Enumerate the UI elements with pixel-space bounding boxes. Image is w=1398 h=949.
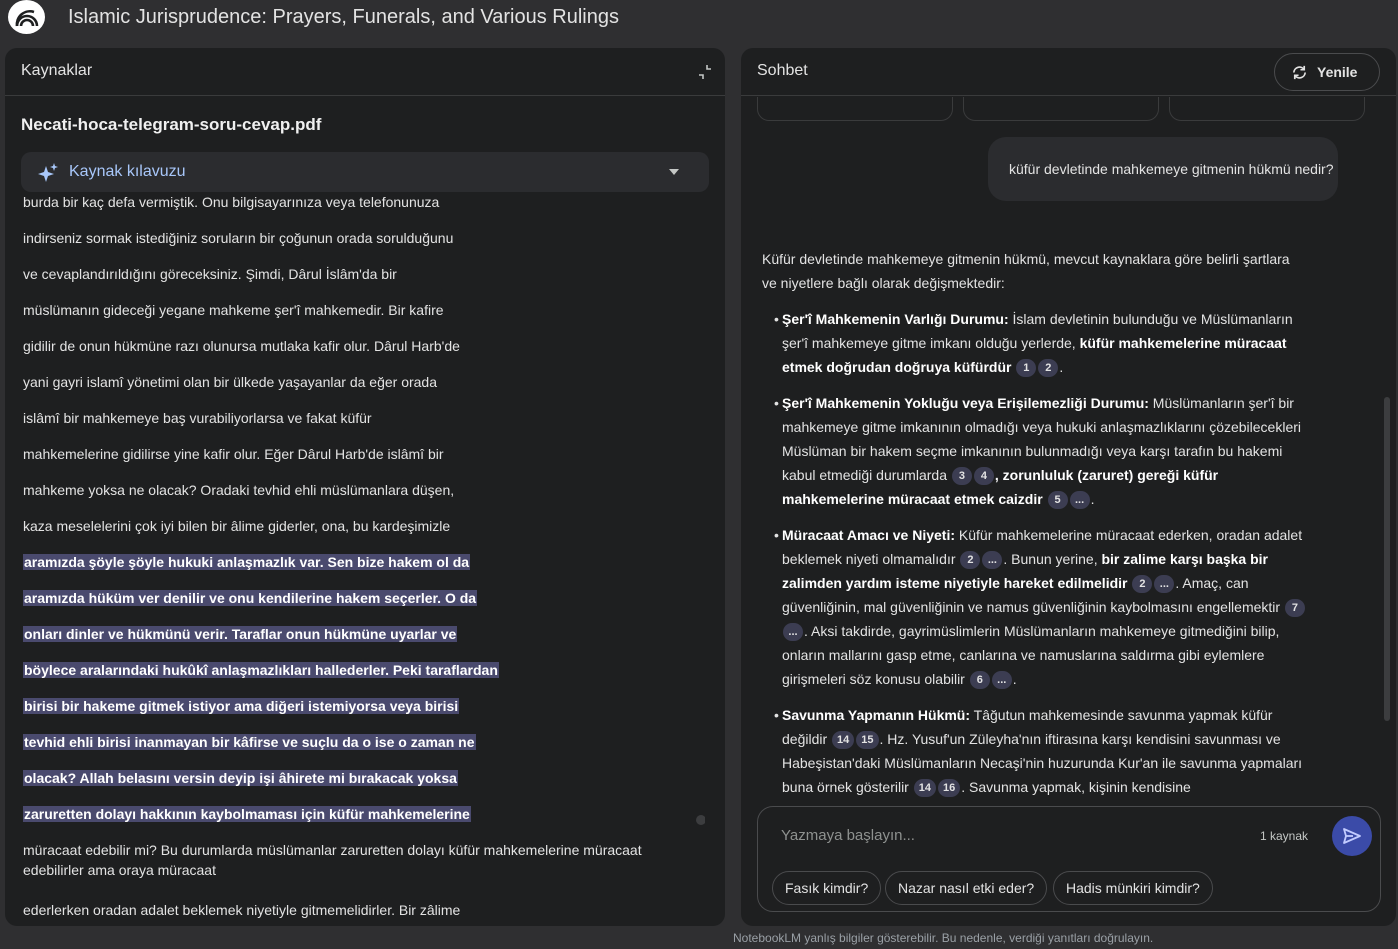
- previous-suggestion-chip[interactable]: [963, 97, 1159, 121]
- highlighted-line: tevhid ehli birisi inanmayan bir kâfirse…: [23, 732, 476, 752]
- send-icon: [1343, 828, 1361, 844]
- highlighted-text: aramızda şöyle şöyle hukuki anlaşmazlık …: [23, 554, 471, 570]
- notebooklm-logo-icon[interactable]: [8, 0, 45, 34]
- sources-panel: Kaynaklar Necati-hoca-telegram-soru-ceva…: [5, 48, 725, 926]
- citation-more-chip[interactable]: ...: [1069, 491, 1090, 509]
- previous-suggestion-chip[interactable]: [1169, 97, 1365, 121]
- citation-chip[interactable]: 14: [832, 731, 855, 749]
- citation-chip[interactable]: 4: [973, 467, 994, 485]
- highlighted-line: birisi bir hakeme gitmek istiyor ama diğ…: [23, 696, 460, 716]
- scroll-indicator[interactable]: [696, 815, 705, 825]
- source-guide-dropdown[interactable]: Kaynak kılavuzu: [21, 152, 709, 192]
- document-text: burda bir kaç defa vermiştik. Onu bilgis…: [5, 194, 705, 924]
- collapse-panel-icon[interactable]: [697, 64, 713, 80]
- highlighted-line: aramızda şöyle şöyle hukuki anlaşmazlık …: [23, 552, 471, 572]
- bullet-title: Müracaat Amacı ve Niyeti:: [782, 527, 955, 543]
- refresh-icon: [1292, 65, 1307, 80]
- chat-messages[interactable]: küfür devletinde mahkemeye gitmenin hükm…: [741, 97, 1396, 797]
- sources-header: Kaynaklar: [5, 48, 725, 96]
- assistant-answer: Küfür devletinde mahkemeye gitmenin hükm…: [762, 247, 1307, 797]
- top-bar: Islamic Jurisprudence: Prayers, Funerals…: [0, 0, 1398, 40]
- refresh-label: Yenile: [1317, 64, 1358, 80]
- user-message-text: küfür devletinde mahkemeye gitmenin hükm…: [1009, 161, 1334, 177]
- doc-line: müracaat edebilir mi? Bu durumlarda müsl…: [23, 842, 642, 878]
- bullet-text: . Aksi takdirde, gayrimüslimlerin Müslüm…: [782, 623, 1280, 687]
- chevron-down-icon: [669, 169, 679, 175]
- doc-line: kaza meselelerini çok iyi bilen bir âlim…: [23, 518, 451, 534]
- chat-input[interactable]: Yazmaya başlayın...: [781, 827, 915, 844]
- answer-bullet: Şer'î Mahkemenin Yokluğu veya Erişilemez…: [762, 391, 1307, 511]
- source-guide-label: Kaynak kılavuzu: [69, 163, 186, 180]
- bullet-text: . Savunma yapmak, kişinin kendisine: [961, 779, 1191, 795]
- refresh-button[interactable]: Yenile: [1274, 53, 1380, 91]
- highlighted-line: böylece aralarındaki hukûkî anlaşmazlıkl…: [23, 660, 499, 680]
- answer-bullet: Şer'î Mahkemenin Varlığı Durumu: İslam d…: [762, 307, 1307, 379]
- citation-chip[interactable]: 3: [951, 467, 972, 485]
- chat-scrollbar[interactable]: [1384, 397, 1390, 721]
- answer-bullet: Savunma Yapmanın Hükmü: Tâğutun mahkemes…: [762, 703, 1307, 797]
- doc-line: islâmî bir mahkemeye baş vurabiliyorlars…: [23, 410, 372, 426]
- chat-composer: Yazmaya başlayın... 1 kaynak Fasık kimdi…: [757, 806, 1381, 912]
- highlighted-text: olacak? Allah belasını versin deyip işi …: [23, 770, 458, 786]
- highlighted-text: tevhid ehli birisi inanmayan bir kâfirse…: [23, 734, 476, 750]
- source-count: 1 kaynak: [1259, 829, 1308, 843]
- highlighted-text: birisi bir hakeme gitmek istiyor ama diğ…: [23, 698, 460, 714]
- previous-suggestion-chip[interactable]: [757, 97, 953, 121]
- doc-line: müslümanın gideceği yegane mahkeme şer'î…: [23, 302, 444, 318]
- citation-chip[interactable]: 14: [913, 779, 936, 797]
- citation-chip[interactable]: 2: [1132, 575, 1153, 593]
- suggestion-chip[interactable]: Fasık kimdir?: [772, 871, 882, 905]
- bullet-title: Şer'î Mahkemenin Varlığı Durumu:: [782, 311, 1009, 327]
- doc-line: ederlerken oradan adalet beklemek niyeti…: [23, 902, 461, 918]
- document-name: Necati-hoca-telegram-soru-cevap.pdf: [21, 115, 322, 134]
- highlighted-text: aramızda hüküm ver denilir ve onu kendil…: [23, 590, 478, 606]
- citation-more-chip[interactable]: ...: [982, 551, 1003, 569]
- bullet-title: Şer'î Mahkemenin Yokluğu veya Erişilemez…: [782, 395, 1149, 411]
- bullet-title: Savunma Yapmanın Hükmü:: [782, 707, 971, 723]
- suggestion-chip[interactable]: Nazar nasıl etki eder?: [885, 871, 1048, 905]
- answer-intro: Küfür devletinde mahkemeye gitmenin hükm…: [762, 251, 1290, 291]
- chat-panel: Sohbet Yenile küfür devletinde mahkemeye…: [741, 48, 1396, 926]
- notebook-title[interactable]: Islamic Jurisprudence: Prayers, Funerals…: [68, 6, 619, 29]
- citation-chip[interactable]: 7: [1284, 599, 1305, 617]
- doc-line: mahkemelerine gidilirse yine kafir olur.…: [23, 446, 444, 462]
- suggestion-chip[interactable]: Hadis münkiri kimdir?: [1053, 871, 1213, 905]
- doc-line: ve cevaplandırıldığını göreceksiniz. Şim…: [23, 266, 397, 282]
- citation-more-chip[interactable]: ...: [783, 623, 803, 641]
- citation-chip[interactable]: 2: [1038, 359, 1059, 377]
- doc-line: mahkeme yoksa ne olacak? Oradaki tevhid …: [23, 482, 455, 498]
- highlighted-text: böylece aralarındaki hukûkî anlaşmazlıkl…: [23, 662, 499, 678]
- doc-line: indirseniz sormak istediğiniz soruların …: [23, 230, 454, 246]
- chat-title: Sohbet: [757, 62, 808, 79]
- doc-line: burda bir kaç defa vermiştik. Onu bilgis…: [23, 194, 440, 210]
- highlighted-text: zaruretten dolayı hakkının kaybolmaması …: [23, 806, 471, 822]
- answer-bullet: Müracaat Amacı ve Niyeti: Küfür mahkemel…: [762, 523, 1307, 691]
- citation-chip[interactable]: 15: [856, 731, 879, 749]
- citation-more-chip[interactable]: ...: [1154, 575, 1175, 593]
- sparkle-icon: [38, 163, 58, 182]
- citation-chip[interactable]: 5: [1047, 491, 1068, 509]
- citation-more-chip[interactable]: ...: [991, 671, 1012, 689]
- citation-chip[interactable]: 6: [969, 671, 990, 689]
- doc-line: yani gayri islamî yönetimi olan bir ülke…: [23, 374, 437, 390]
- doc-line: gidilir de onun hükmüne razı olunursa mu…: [23, 338, 460, 354]
- highlighted-text: onları dinler ve hükmünü verir. Taraflar…: [23, 626, 458, 642]
- disclaimer: NotebookLM yanlış bilgiler gösterebilir.…: [733, 931, 1154, 945]
- citation-chip[interactable]: 2: [960, 551, 981, 569]
- highlighted-line: onları dinler ve hükmünü verir. Taraflar…: [23, 624, 458, 644]
- sources-title: Kaynaklar: [21, 62, 93, 79]
- highlighted-line: zaruretten dolayı hakkının kaybolmaması …: [23, 804, 471, 824]
- user-message: küfür devletinde mahkemeye gitmenin hükm…: [988, 137, 1338, 201]
- send-button[interactable]: [1332, 816, 1372, 856]
- citation-chip[interactable]: 16: [938, 779, 961, 797]
- bullet-text: . Bunun yerine,: [1003, 551, 1102, 567]
- chat-header: Sohbet Yenile: [741, 48, 1396, 96]
- highlighted-line: olacak? Allah belasını versin deyip işi …: [23, 768, 458, 788]
- citation-chip[interactable]: 1: [1016, 359, 1037, 377]
- highlighted-line: aramızda hüküm ver denilir ve onu kendil…: [23, 588, 478, 608]
